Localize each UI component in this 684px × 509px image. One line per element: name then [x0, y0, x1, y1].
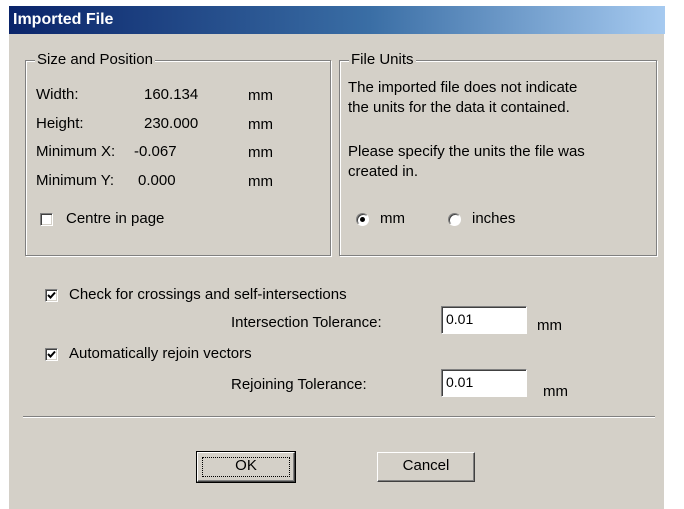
minimum-x-unit: mm: [248, 144, 273, 161]
height-label: Height:: [36, 115, 84, 132]
intersection-tolerance-unit: mm: [537, 317, 562, 334]
rejoining-tolerance-label: Rejoining Tolerance:: [231, 376, 367, 393]
check-crossings-label[interactable]: Check for crossings and self-intersectio…: [69, 286, 347, 304]
cancel-button-label: Cancel: [402, 457, 450, 474]
centre-in-page-checkbox[interactable]: [40, 213, 53, 226]
units-mm-radio[interactable]: [356, 213, 369, 226]
rejoin-vectors-label[interactable]: Automatically rejoin vectors: [69, 345, 252, 363]
units-mm-label[interactable]: mm: [380, 210, 405, 228]
minimum-y-value: 0.000: [138, 172, 176, 189]
minimum-y-label: Minimum Y:: [36, 172, 115, 189]
focus-rect: [202, 457, 290, 477]
height-value: 230.000: [144, 115, 199, 132]
file-units-instruction-line2: created in.: [348, 163, 419, 180]
width-label: Width:: [36, 86, 79, 103]
checkmark-icon: [47, 350, 56, 358]
file-units-group: File Units The imported file does not in…: [339, 51, 657, 256]
check-crossings-checkbox[interactable]: [45, 289, 58, 302]
file-units-message-line2: the units for the data it contained.: [348, 99, 570, 116]
rejoining-tolerance-unit: mm: [543, 383, 568, 400]
file-units-message-line1: The imported file does not indicate: [348, 79, 578, 96]
intersection-tolerance-input[interactable]: 0.01: [441, 306, 527, 334]
intersection-tolerance-label: Intersection Tolerance:: [231, 314, 382, 331]
checkmark-icon: [47, 291, 56, 299]
size-position-group: Size and Position Width: 160.134 mm Heig…: [25, 51, 331, 256]
height-unit: mm: [248, 116, 273, 133]
centre-in-page-label[interactable]: Centre in page: [66, 210, 164, 228]
units-inches-label[interactable]: inches: [472, 210, 515, 228]
minimum-y-unit: mm: [248, 173, 273, 190]
ok-button[interactable]: OK: [196, 451, 296, 483]
rejoin-vectors-checkbox[interactable]: [45, 348, 58, 361]
width-value: 160.134: [144, 86, 199, 103]
imported-file-dialog: Imported File Size and Position Width: 1…: [8, 6, 665, 509]
cancel-button[interactable]: Cancel: [377, 452, 475, 482]
size-position-legend: Size and Position: [35, 51, 155, 69]
rejoining-tolerance-input[interactable]: 0.01: [441, 369, 527, 397]
width-unit: mm: [248, 87, 273, 104]
file-units-legend: File Units: [349, 51, 416, 69]
separator-line: [23, 416, 655, 418]
radio-selected-dot: [360, 217, 365, 222]
minimum-x-value: -0.067: [134, 143, 177, 160]
file-units-instruction-line1: Please specify the units the file was: [348, 143, 585, 160]
minimum-x-label: Minimum X:: [36, 143, 116, 160]
units-inches-radio[interactable]: [448, 213, 461, 226]
dialog-title: Imported File: [13, 11, 114, 28]
title-bar[interactable]: Imported File: [9, 6, 665, 34]
